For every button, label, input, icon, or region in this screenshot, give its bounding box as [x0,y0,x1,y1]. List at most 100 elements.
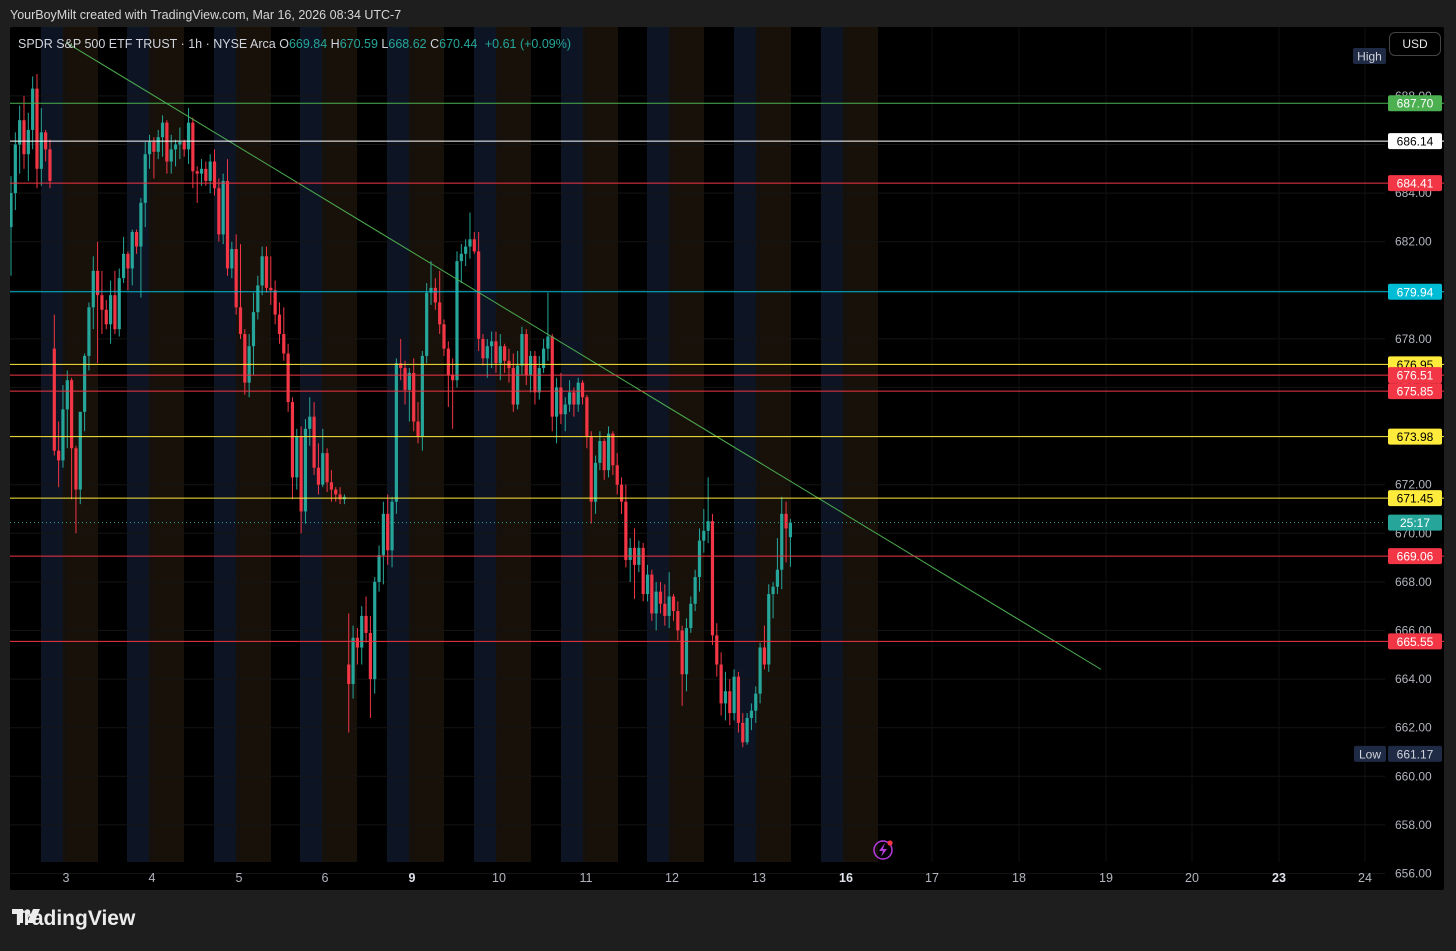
candle [286,343,290,412]
candle-body [658,591,663,604]
y-axis-tick-label: 668.00 [1395,575,1432,589]
candle-body [490,341,494,347]
candle [368,615,372,718]
candle-body [589,436,593,502]
candle [204,161,208,186]
candle-body [524,334,528,376]
candle-body [641,547,645,595]
tradingview-logo-icon [12,909,40,923]
legend-symbol: SPDR S&P 500 ETF TRUST · 1h · NYSE Arca [18,37,276,51]
candle-body [221,180,225,235]
currency-button[interactable]: USD [1389,32,1441,56]
y-axis-tick-label: 678.00 [1395,332,1432,346]
x-axis-tick-label: 23 [1272,871,1286,885]
level-price-label: 675.85 [1397,385,1434,399]
candle-body [321,453,325,485]
candle-body [667,596,671,616]
candle-body [303,428,308,512]
notification-dot [887,840,893,846]
candle-body [702,530,706,541]
candle [628,538,632,582]
lightning-icon-bolt [879,843,887,857]
candle-body [234,248,238,308]
candle [715,623,719,677]
candle-body [715,635,719,665]
x-axis-tick-label: 6 [322,871,329,885]
candle [199,159,204,186]
level-price-label: 669.06 [1397,550,1434,564]
candle [767,584,771,672]
candle-body [615,465,619,485]
level-price-label: 671.45 [1397,492,1434,506]
candle-body [710,521,715,636]
candle-body [572,392,576,405]
price-chart[interactable]: 656.00658.00660.00662.00664.00666.00668.… [10,27,1444,890]
candle-body [147,142,152,155]
candle-body [741,722,745,743]
candle-body [134,231,139,247]
candle-body [104,309,108,325]
candle [641,543,645,602]
candle-body [628,547,632,561]
candle [282,307,286,361]
candle-body [602,440,606,471]
candle-body [680,630,684,675]
candle-body [329,482,334,490]
candle [360,606,364,665]
candle [632,528,637,599]
candle [650,569,654,621]
candle-body [784,513,788,529]
candle-body [749,710,754,718]
candle [606,426,611,478]
candle-body [676,611,680,631]
candle [451,358,455,429]
level-price-label: 673.98 [1397,430,1434,444]
candle-body [156,137,160,152]
candle-body [360,615,364,648]
candle-body [689,603,693,629]
legend-low-value: 668.62 [388,37,427,51]
chart-frame[interactable]: 656.00 658.00 660.00 662.00 664.00 666.00 668.… [10,27,1444,890]
candle-body [446,348,450,376]
x-axis-tick-label: 11 [580,871,593,885]
candle [546,292,550,361]
candle [121,236,126,284]
premarket-band [821,27,843,862]
candle-body [650,574,654,614]
candle-body [91,270,95,308]
candle-body [481,338,485,359]
candle-body [464,246,468,254]
x-axis-tick-label: 16 [839,871,853,885]
candle-body [199,168,204,174]
legend-close-value: 670.44 [439,37,478,51]
regular-session-band [322,27,357,862]
y-axis-tick-label: 660.00 [1395,769,1432,783]
candle-body [22,120,26,155]
candle [295,428,299,490]
candle-body [762,647,767,665]
candle-body [723,691,728,704]
legend-high-label: H [330,37,340,51]
candle-body [576,382,580,405]
level-price-label: 686.14 [1397,135,1434,149]
legend-open-value: 669.84 [288,37,328,51]
candle-body [373,581,377,680]
candle-body [697,540,702,578]
candle-body [78,411,82,490]
candle-body [108,295,113,325]
candle-body [126,253,130,269]
premarket-band [474,27,496,862]
candle-body [529,355,533,376]
candle [541,338,546,373]
candle-body [403,368,407,390]
candle-body [433,287,437,303]
candle-body [238,307,243,335]
candle-body [295,436,299,478]
candle-body [684,628,689,675]
x-axis-tick-label: 10 [492,871,506,885]
candle-body [758,647,762,694]
candle-body [438,302,442,325]
candle-body [767,594,771,665]
candle-body [182,142,186,150]
candle-body [100,295,104,310]
